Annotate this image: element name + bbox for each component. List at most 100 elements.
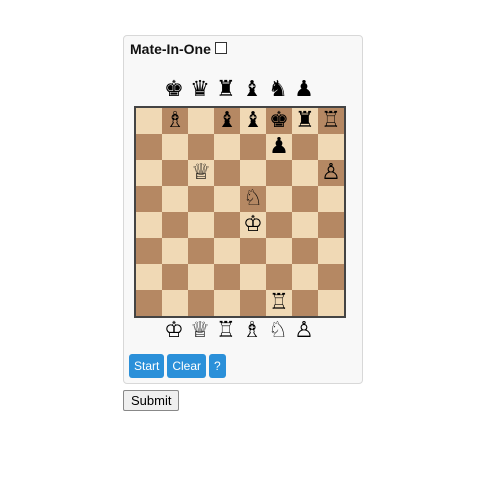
square-b3[interactable] [162,238,188,264]
white-knight-icon[interactable]: ♘ [243,186,263,212]
square-d2[interactable] [214,264,240,290]
black-piece-palette: ♚ ♛ ♜ ♝ ♞ ♟ [161,77,317,103]
square-e2[interactable] [240,264,266,290]
black-bishop-icon[interactable]: ♝ [239,77,265,103]
square-c1[interactable] [188,290,214,316]
square-h5[interactable] [318,186,344,212]
square-d3[interactable] [214,238,240,264]
chess-board[interactable]: ♗ ♝ ♝ ♚ ♜ ♖ ♟ ♕ ♙ ♘ ♔ ♖ [134,106,346,318]
square-f3[interactable] [266,238,292,264]
square-d6[interactable] [214,160,240,186]
title-row: Mate-In-One [130,41,227,57]
square-d7[interactable] [214,134,240,160]
white-king-icon[interactable]: ♔ [243,212,263,238]
square-h7[interactable] [318,134,344,160]
square-g7[interactable] [292,134,318,160]
square-f4[interactable] [266,212,292,238]
square-e1[interactable] [240,290,266,316]
square-e4[interactable]: ♔ [240,212,266,238]
square-f2[interactable] [266,264,292,290]
square-a5[interactable] [136,186,162,212]
square-c8[interactable] [188,108,214,134]
square-g1[interactable] [292,290,318,316]
square-h8[interactable]: ♖ [318,108,344,134]
square-d4[interactable] [214,212,240,238]
square-a8[interactable] [136,108,162,134]
square-h3[interactable] [318,238,344,264]
clear-button[interactable]: Clear [167,354,207,378]
square-b7[interactable] [162,134,188,160]
square-h2[interactable] [318,264,344,290]
square-f8[interactable]: ♚ [266,108,292,134]
black-king-icon[interactable]: ♚ [269,108,289,134]
square-e5[interactable]: ♘ [240,186,266,212]
square-f6[interactable] [266,160,292,186]
square-g5[interactable] [292,186,318,212]
square-e3[interactable] [240,238,266,264]
square-h6[interactable]: ♙ [318,160,344,186]
black-bishop-icon[interactable]: ♝ [243,108,263,134]
square-g2[interactable] [292,264,318,290]
white-queen-icon[interactable]: ♕ [191,160,211,186]
square-c4[interactable] [188,212,214,238]
control-buttons: Start Clear ? [129,354,226,378]
square-f7[interactable]: ♟ [266,134,292,160]
black-bishop-icon[interactable]: ♝ [217,108,237,134]
black-rook-icon[interactable]: ♜ [213,77,239,103]
square-h4[interactable] [318,212,344,238]
square-g3[interactable] [292,238,318,264]
white-pawn-icon[interactable]: ♙ [321,160,341,186]
square-d5[interactable] [214,186,240,212]
square-b2[interactable] [162,264,188,290]
square-a1[interactable] [136,290,162,316]
square-e8[interactable]: ♝ [240,108,266,134]
square-f5[interactable] [266,186,292,212]
square-c7[interactable] [188,134,214,160]
black-pawn-icon[interactable]: ♟ [269,134,289,160]
white-rook-icon[interactable]: ♖ [269,290,289,316]
black-queen-icon[interactable]: ♛ [187,77,213,103]
solved-checkbox[interactable] [214,42,227,54]
puzzle-title: Mate-In-One [130,41,211,57]
help-button[interactable]: ? [209,354,226,378]
square-b8[interactable]: ♗ [162,108,188,134]
white-rook-icon[interactable]: ♖ [321,108,341,134]
square-c3[interactable] [188,238,214,264]
white-king-icon[interactable]: ♔ [161,318,187,344]
square-c2[interactable] [188,264,214,290]
white-pawn-icon[interactable]: ♙ [291,318,317,344]
square-b4[interactable] [162,212,188,238]
black-pawn-icon[interactable]: ♟ [291,77,317,103]
square-d1[interactable] [214,290,240,316]
square-g8[interactable]: ♜ [292,108,318,134]
square-a6[interactable] [136,160,162,186]
square-e7[interactable] [240,134,266,160]
start-button[interactable]: Start [129,354,165,378]
white-rook-icon[interactable]: ♖ [213,318,239,344]
square-a4[interactable] [136,212,162,238]
white-queen-icon[interactable]: ♕ [187,318,213,344]
black-king-icon[interactable]: ♚ [161,77,187,103]
puzzle-panel: Mate-In-One ♚ ♛ ♜ ♝ ♞ ♟ ♗ ♝ ♝ ♚ ♜ ♖ ♟ ♕ ♙ ♘ ♔ ♖ ♔ ♕ ♖ ♗ ♘ ♙ S… [123,35,363,384]
square-b1[interactable] [162,290,188,316]
square-f1[interactable]: ♖ [266,290,292,316]
square-a2[interactable] [136,264,162,290]
square-c6[interactable]: ♕ [188,160,214,186]
square-g4[interactable] [292,212,318,238]
square-c5[interactable] [188,186,214,212]
square-d8[interactable]: ♝ [214,108,240,134]
square-a3[interactable] [136,238,162,264]
black-rook-icon[interactable]: ♜ [295,108,315,134]
white-piece-palette: ♔ ♕ ♖ ♗ ♘ ♙ [161,318,317,344]
submit-button[interactable]: Submit [123,390,180,411]
white-knight-icon[interactable]: ♘ [265,318,291,344]
square-b5[interactable] [162,186,188,212]
square-e6[interactable] [240,160,266,186]
white-bishop-icon[interactable]: ♗ [239,318,265,344]
square-b6[interactable] [162,160,188,186]
square-a7[interactable] [136,134,162,160]
square-g6[interactable] [292,160,318,186]
black-knight-icon[interactable]: ♞ [265,77,291,103]
square-h1[interactable] [318,290,344,316]
white-bishop-icon[interactable]: ♗ [165,108,185,134]
